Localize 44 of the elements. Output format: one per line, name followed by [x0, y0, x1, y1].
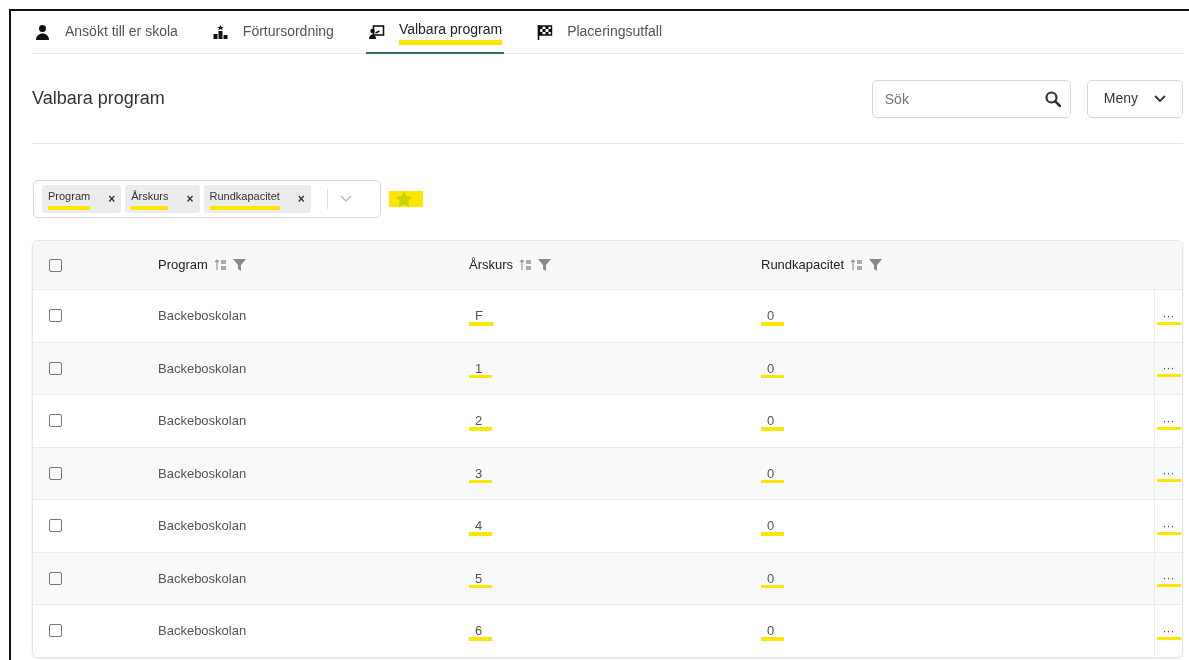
tab[interactable]: Förtursordning [209, 11, 336, 54]
search-field[interactable]: Sök [871, 79, 1071, 118]
column-header[interactable]: Program [158, 255, 208, 275]
chip-label: Årskurs [131, 188, 169, 210]
search-icon [1044, 90, 1061, 107]
remove-chip-button[interactable]: × [108, 190, 116, 208]
sort-icon[interactable] [213, 259, 227, 271]
filter-icon[interactable] [869, 259, 883, 271]
checkbox[interactable] [49, 309, 62, 323]
remove-chip-button[interactable]: × [186, 190, 194, 208]
filter-icon[interactable] [232, 259, 246, 271]
tab[interactable]: Placeringsutfall [534, 11, 665, 54]
table-cell-text: Backeboskolan [158, 359, 248, 378]
table-cell-text: Backeboskolan [158, 412, 248, 430]
tab-label: Placeringsutfall [567, 22, 663, 41]
tab[interactable]: Ansökt till er skola [32, 11, 180, 54]
person-icon [34, 23, 51, 40]
remove-chip-button[interactable]: × [297, 190, 305, 208]
tab[interactable]: Valbara program [365, 11, 505, 54]
column-header[interactable]: Rundkapacitet [761, 255, 845, 275]
table-cell-text: Backeboskolan [158, 569, 248, 588]
podium-icon [211, 23, 229, 40]
checkbox[interactable] [49, 414, 62, 428]
checkbox[interactable] [49, 519, 62, 533]
presentation-icon [367, 23, 385, 40]
checkbox[interactable] [49, 361, 62, 375]
table-cell-text: Backeboskolan [158, 307, 248, 325]
tab-label: Ansökt till er skola [65, 22, 178, 41]
page-title: Valbara program [32, 87, 165, 110]
filter-icon[interactable] [538, 259, 552, 271]
checkbox[interactable] [49, 571, 62, 585]
checkbox[interactable] [49, 466, 62, 480]
menu-button[interactable]: Meny [1086, 79, 1183, 118]
column-header[interactable]: Årskurs [469, 255, 514, 275]
tab-label: Förtursordning [242, 22, 334, 41]
sort-icon[interactable] [519, 259, 533, 271]
chevron-down-icon [1154, 94, 1166, 103]
table-cell-text: Backeboskolan [158, 464, 248, 483]
table-cell-text: Backeboskolan [158, 517, 248, 535]
sort-icon[interactable] [850, 259, 864, 271]
checkbox[interactable] [49, 624, 62, 638]
checkbox[interactable] [49, 258, 62, 272]
checkered-flag-icon [536, 23, 554, 40]
table-cell-text: Backeboskolan [158, 622, 248, 640]
